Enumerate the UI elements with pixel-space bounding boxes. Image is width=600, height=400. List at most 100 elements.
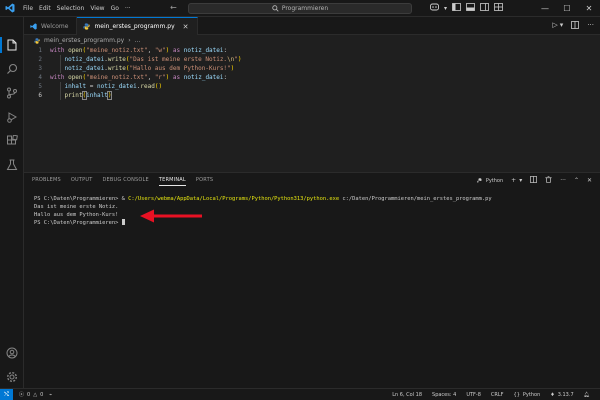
line-number: 2 <box>38 56 42 63</box>
warning-count: 0 <box>40 391 44 398</box>
split-editor-icon[interactable] <box>571 21 580 31</box>
bottom-panel: PROBLEMS OUTPUT DEBUG CONSOLE TERMINAL P… <box>24 172 600 388</box>
kill-terminal-icon[interactable] <box>545 176 552 185</box>
activity-bar <box>0 17 24 388</box>
code-text: notiz_datei.write("Das ist meine erste N… <box>64 56 242 63</box>
breadcrumb-chevron-icon: › <box>128 37 131 44</box>
settings-gear-icon[interactable] <box>4 369 20 385</box>
code-text: print(inhalt) <box>64 91 113 100</box>
tab-mein-erstes-programm[interactable]: mein_erstes_programm.py ✕ <box>77 17 198 35</box>
ports-icon[interactable]: ⌁ <box>49 392 52 398</box>
menu-go[interactable]: Go <box>108 0 122 17</box>
search-icon <box>272 5 279 12</box>
line-number: 5 <box>38 83 42 90</box>
copilot-chevron-icon[interactable]: ▾ <box>444 5 447 12</box>
status-bar: ⤭ ⓧ 0 △ 0 ⌁ Ln 6, Col 18 Spaces: 4 UTF-8… <box>0 388 600 400</box>
editor-tab-bar: Welcome mein_erstes_programm.py ✕ ▷ ▾ ··… <box>24 17 600 35</box>
warning-icon: △ <box>33 391 38 398</box>
run-python-file-icon[interactable]: ▷ <box>552 21 557 31</box>
terminal-selector[interactable]: Python <box>477 178 503 184</box>
window-controls: — ☐ ✕ <box>534 0 600 17</box>
maximize-panel-icon[interactable]: ⌃ <box>574 177 579 184</box>
editor-actions: ▷ ▾ ··· <box>552 21 594 31</box>
terminal-line: PS C:\Daten\Programmieren> & C:/Users/we… <box>34 196 492 202</box>
terminal-cursor <box>121 219 125 225</box>
run-dropdown-icon[interactable]: ▾ <box>560 21 564 31</box>
new-terminal-icon[interactable]: + <box>511 177 516 184</box>
explorer-icon[interactable] <box>4 37 20 53</box>
navigation-arrows: ← <box>170 3 177 12</box>
active-indicator <box>0 37 2 53</box>
back-arrow-icon[interactable]: ← <box>170 3 177 12</box>
tab-debug-console[interactable]: DEBUG CONSOLE <box>102 177 148 186</box>
python-icon: ♦ <box>550 392 555 398</box>
line-ending[interactable]: CRLF <box>491 392 504 398</box>
title-actions: ▾ <box>430 3 503 13</box>
toggle-secondary-sidebar-icon[interactable] <box>480 3 489 13</box>
breadcrumb-file[interactable]: mein_erstes_programm.py <box>44 37 124 44</box>
code-text: inhalt = notiz_datei.read() <box>64 83 163 90</box>
python-version[interactable]: ♦ 3.13.7 <box>550 392 573 398</box>
line-number: 1 <box>38 47 42 54</box>
error-icon: ⓧ <box>19 392 25 398</box>
customize-layout-icon[interactable] <box>494 3 503 13</box>
testing-icon[interactable] <box>4 157 20 173</box>
close-tab-icon[interactable]: ✕ <box>183 23 189 31</box>
menu-file[interactable]: File <box>20 0 36 17</box>
menu-selection[interactable]: Selection <box>54 0 88 17</box>
command-center-search[interactable]: Programmieren <box>188 3 412 14</box>
breadcrumb-more[interactable]: ... <box>135 37 141 44</box>
close-window-button[interactable]: ✕ <box>578 0 600 17</box>
search-icon[interactable] <box>4 61 20 77</box>
python-terminal-icon <box>477 177 482 183</box>
vscode-welcome-icon <box>30 22 37 30</box>
toggle-sidebar-icon[interactable] <box>452 3 461 13</box>
remote-indicator-icon[interactable]: ⤭ <box>0 388 13 400</box>
maximize-button[interactable]: ☐ <box>556 0 578 17</box>
terminal-output[interactable]: PS C:\Daten\Programmieren> & C:/Users/we… <box>34 195 594 227</box>
account-icon[interactable] <box>4 345 20 361</box>
tab-terminal[interactable]: TERMINAL <box>158 177 186 186</box>
more-panel-actions-icon[interactable]: ··· <box>560 177 566 184</box>
menu-more-icon[interactable]: ··· <box>122 0 134 17</box>
red-arrow-annotation <box>140 209 202 223</box>
breadcrumb: mein_erstes_programm.py › ... <box>24 35 140 46</box>
minimize-button[interactable]: — <box>534 0 556 17</box>
split-terminal-icon[interactable] <box>530 176 538 185</box>
close-panel-icon[interactable]: ✕ <box>587 177 592 184</box>
code-line: 1 with open("meine_notiz.txt", "w") as n… <box>24 46 600 55</box>
status-right: Ln 6, Col 18 Spaces: 4 UTF-8 CRLF {} Pyt… <box>392 389 590 400</box>
menu-view[interactable]: View <box>87 0 107 17</box>
copilot-icon[interactable] <box>430 3 439 13</box>
tab-label: Welcome <box>41 22 69 30</box>
code-text: notiz_datei.write("Hallo aus dem Python-… <box>64 65 235 72</box>
encoding[interactable]: UTF-8 <box>466 392 481 398</box>
tab-output[interactable]: OUTPUT <box>71 177 93 186</box>
run-debug-icon[interactable] <box>4 109 20 125</box>
code-text: with open("meine_notiz.txt", "r") as not… <box>50 74 228 81</box>
toggle-panel-icon[interactable] <box>466 3 475 13</box>
status-problems[interactable]: ⓧ 0 △ 0 <box>19 391 44 399</box>
tab-problems[interactable]: PROBLEMS <box>32 177 61 186</box>
indentation[interactable]: Spaces: 4 <box>432 392 456 398</box>
tab-welcome[interactable]: Welcome <box>24 17 78 35</box>
code-line: 3 notiz_datei.write("Hallo aus dem Pytho… <box>24 64 600 73</box>
source-control-icon[interactable] <box>4 85 20 101</box>
terminal-line: PS C:\Daten\Programmieren> <box>34 219 594 227</box>
cursor-position[interactable]: Ln 6, Col 18 <box>392 392 422 398</box>
code-line: 4 with open("meine_notiz.txt", "r") as n… <box>24 73 600 82</box>
language-mode[interactable]: {} Python <box>514 392 541 398</box>
extensions-icon[interactable] <box>4 133 20 149</box>
menu-edit[interactable]: Edit <box>36 0 54 17</box>
braces-icon: {} <box>513 392 520 398</box>
code-text: with open("meine_notiz.txt", "w") as not… <box>50 47 228 54</box>
line-number: 3 <box>38 65 42 72</box>
more-actions-icon[interactable]: ··· <box>587 21 594 31</box>
python-file-icon <box>34 37 40 44</box>
code-editor[interactable]: 1 with open("meine_notiz.txt", "w") as n… <box>24 46 600 170</box>
vscode-logo-icon <box>2 0 18 16</box>
terminal-dropdown-icon[interactable]: ▾ <box>519 177 522 184</box>
terminal-type-label: Python <box>485 177 504 184</box>
notifications-bell-icon[interactable]: 🔔︎ <box>584 392 590 398</box>
tab-ports[interactable]: PORTS <box>196 177 213 186</box>
